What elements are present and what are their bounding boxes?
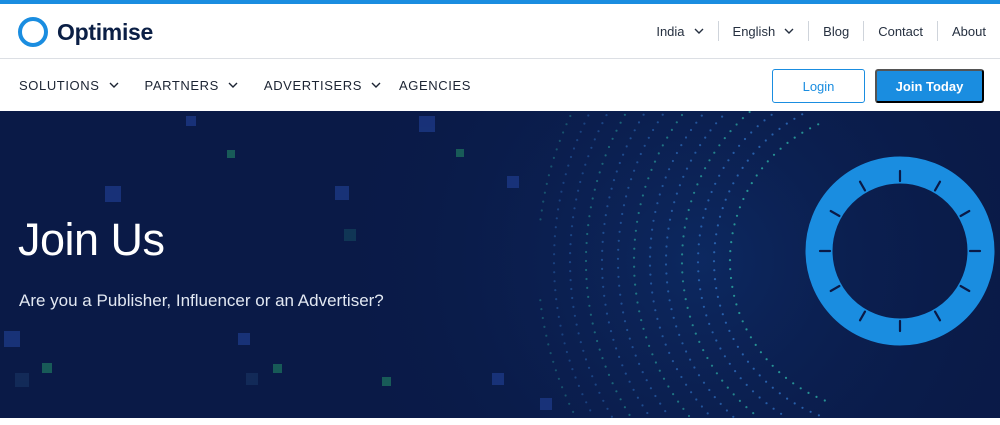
utility-header: Optimise India English Blog Contact Abou… [0,4,1000,59]
bottom-strip [0,418,1000,425]
hero-subtitle: Are you a Publisher, Influencer or an Ad… [19,291,384,310]
utility-nav: India English Blog Contact About [642,4,1000,58]
hero-banner: Join Us Are you a Publisher, Influencer … [0,111,1000,418]
chevron-down-icon [694,28,704,34]
brand-name: Optimise [57,18,154,45]
chevron-down-icon [784,28,794,34]
login-button[interactable]: Login [772,69,865,103]
chevron-down-icon [371,82,381,88]
hero-title: Join Us [18,214,165,265]
nav-item-agencies[interactable]: AGENCIES [399,78,471,93]
chevron-down-icon [109,82,119,88]
nav-item-label: AGENCIES [399,77,472,93]
language-label: English [732,23,776,39]
main-nav: SOLUTIONS PARTNERS ADVERTISERS AGENCIES [19,59,497,111]
nav-item-solutions[interactable]: SOLUTIONS [19,78,119,93]
nav-item-advertisers[interactable]: ADVERTISERS [264,78,381,93]
country-label: India [656,23,685,39]
logo-ring-icon [18,17,48,47]
country-selector[interactable]: India [642,21,717,41]
nav-item-label: PARTNERS [144,77,219,93]
chevron-down-icon [228,82,238,88]
join-today-button[interactable]: Join Today [875,69,984,103]
nav-item-label: ADVERTISERS [263,77,363,93]
nav-item-label: SOLUTIONS [19,77,100,93]
about-link[interactable]: About [938,21,1000,41]
main-header: SOLUTIONS PARTNERS ADVERTISERS AGENCIES … [0,59,1000,111]
contact-link[interactable]: Contact [864,21,937,41]
language-selector[interactable]: English [719,21,809,41]
nav-item-partners[interactable]: PARTNERS [145,78,238,93]
blog-link[interactable]: Blog [809,21,863,41]
brand-logo[interactable]: Optimise [18,13,153,51]
